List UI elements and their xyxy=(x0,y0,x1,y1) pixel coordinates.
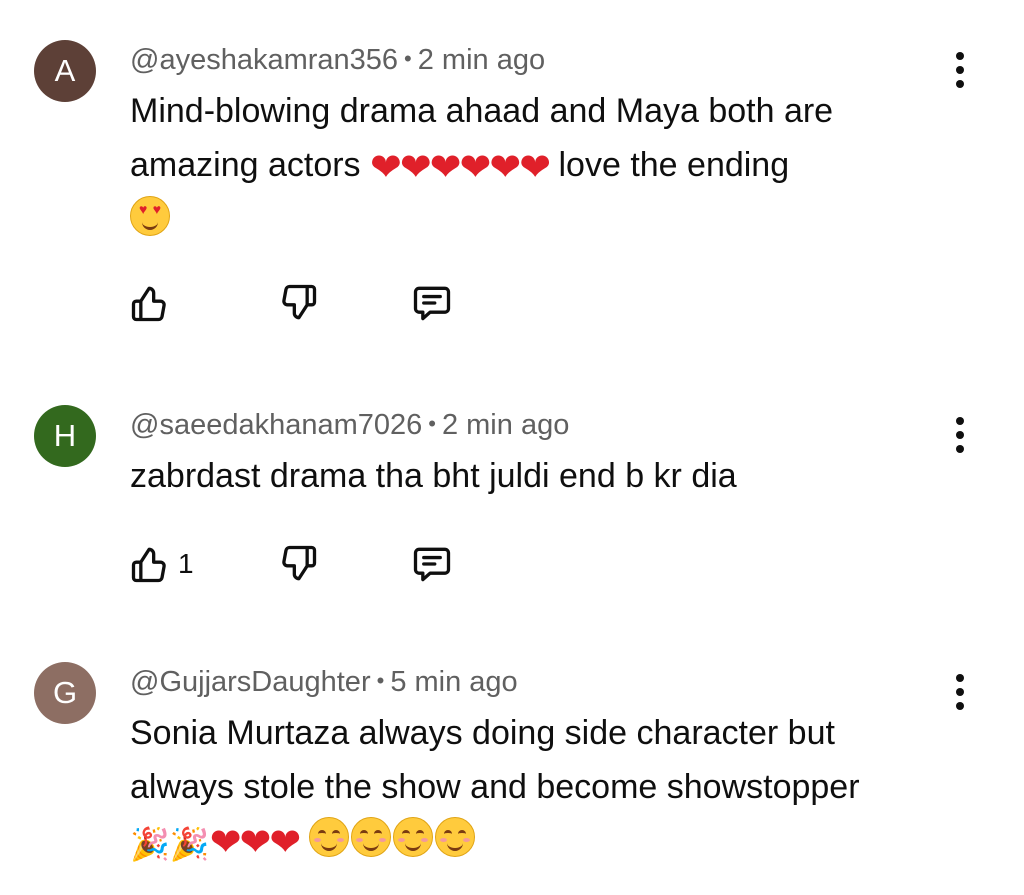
like-count: 1 xyxy=(178,548,194,579)
reply-button[interactable] xyxy=(410,542,454,586)
comment-line: amazing actors ❤❤❤❤❤❤ love the ending xyxy=(130,138,950,192)
heart-icon: ❤❤❤❤❤❤ xyxy=(370,145,551,189)
smiling-face-icon xyxy=(350,817,391,857)
like-button[interactable]: 1 xyxy=(128,542,194,586)
heart-eyes-icon xyxy=(130,196,170,236)
like-button[interactable] xyxy=(128,281,178,325)
avatar[interactable]: G xyxy=(34,662,96,724)
heart-icon: ❤❤❤ xyxy=(209,820,302,864)
comment-actions: 1 xyxy=(128,542,528,586)
more-vertical-icon[interactable] xyxy=(946,50,974,90)
thumbs-down-icon xyxy=(276,281,320,325)
comment-header: @GujjarsDaughter • 5 min ago xyxy=(130,664,518,702)
separator-dot: • xyxy=(376,668,385,693)
avatar[interactable]: A xyxy=(34,40,96,102)
comment-text-segment: love the ending xyxy=(558,146,790,184)
comment-header: @ayeshakamran356 • 2 min ago xyxy=(130,42,545,80)
comment-time: 5 min ago xyxy=(390,666,518,698)
comment-time: 2 min ago xyxy=(417,44,546,76)
comment-time: 2 min ago xyxy=(441,409,570,441)
avatar[interactable]: H xyxy=(34,405,96,467)
comment-line: always stole the show and become showsto… xyxy=(130,768,860,806)
author-handle[interactable]: @GujjarsDaughter xyxy=(130,666,371,698)
separator-dot: • xyxy=(404,46,412,71)
reply-button[interactable] xyxy=(410,281,454,325)
author-handle[interactable]: @saeedakhanam7026 xyxy=(130,409,422,441)
reply-comment-icon xyxy=(410,542,454,586)
party-popper-icon: 🎉 xyxy=(169,825,210,863)
comment-line xyxy=(130,192,950,246)
more-vertical-icon[interactable] xyxy=(946,672,974,712)
reply-comment-icon xyxy=(410,281,454,325)
comment-line: Mind-blowing drama ahaad and Maya both a… xyxy=(130,92,834,130)
thumbs-down-icon xyxy=(276,542,320,586)
author-handle[interactable]: @ayeshakamran356 xyxy=(130,44,398,76)
comment-header: @saeedakhanam7026 • 2 min ago xyxy=(130,407,569,445)
smiling-face-icon xyxy=(308,817,349,857)
separator-dot: • xyxy=(428,411,436,436)
comment-actions xyxy=(128,281,528,325)
comment-line: zabrdast drama tha bht juldi end b kr di… xyxy=(130,457,737,495)
comment-line: 🎉🎉❤❤❤ xyxy=(130,814,950,866)
party-popper-icon: 🎉 xyxy=(130,825,170,863)
dislike-button[interactable] xyxy=(276,281,320,325)
comment-text: Sonia Murtaza always doing side characte… xyxy=(130,706,950,866)
dislike-button[interactable] xyxy=(276,542,320,586)
thumbs-up-icon xyxy=(128,542,172,586)
smiling-face-icon xyxy=(392,817,433,857)
more-vertical-icon[interactable] xyxy=(946,415,974,455)
comment-text-segment: amazing actors xyxy=(130,146,361,184)
thumbs-up-icon xyxy=(128,281,172,325)
smiling-face-icon xyxy=(434,817,475,857)
comment-text: zabrdast drama tha bht juldi end b kr di… xyxy=(130,449,950,503)
comment-text: Mind-blowing drama ahaad and Maya both a… xyxy=(130,84,950,246)
comment-line: Sonia Murtaza always doing side characte… xyxy=(130,714,835,752)
